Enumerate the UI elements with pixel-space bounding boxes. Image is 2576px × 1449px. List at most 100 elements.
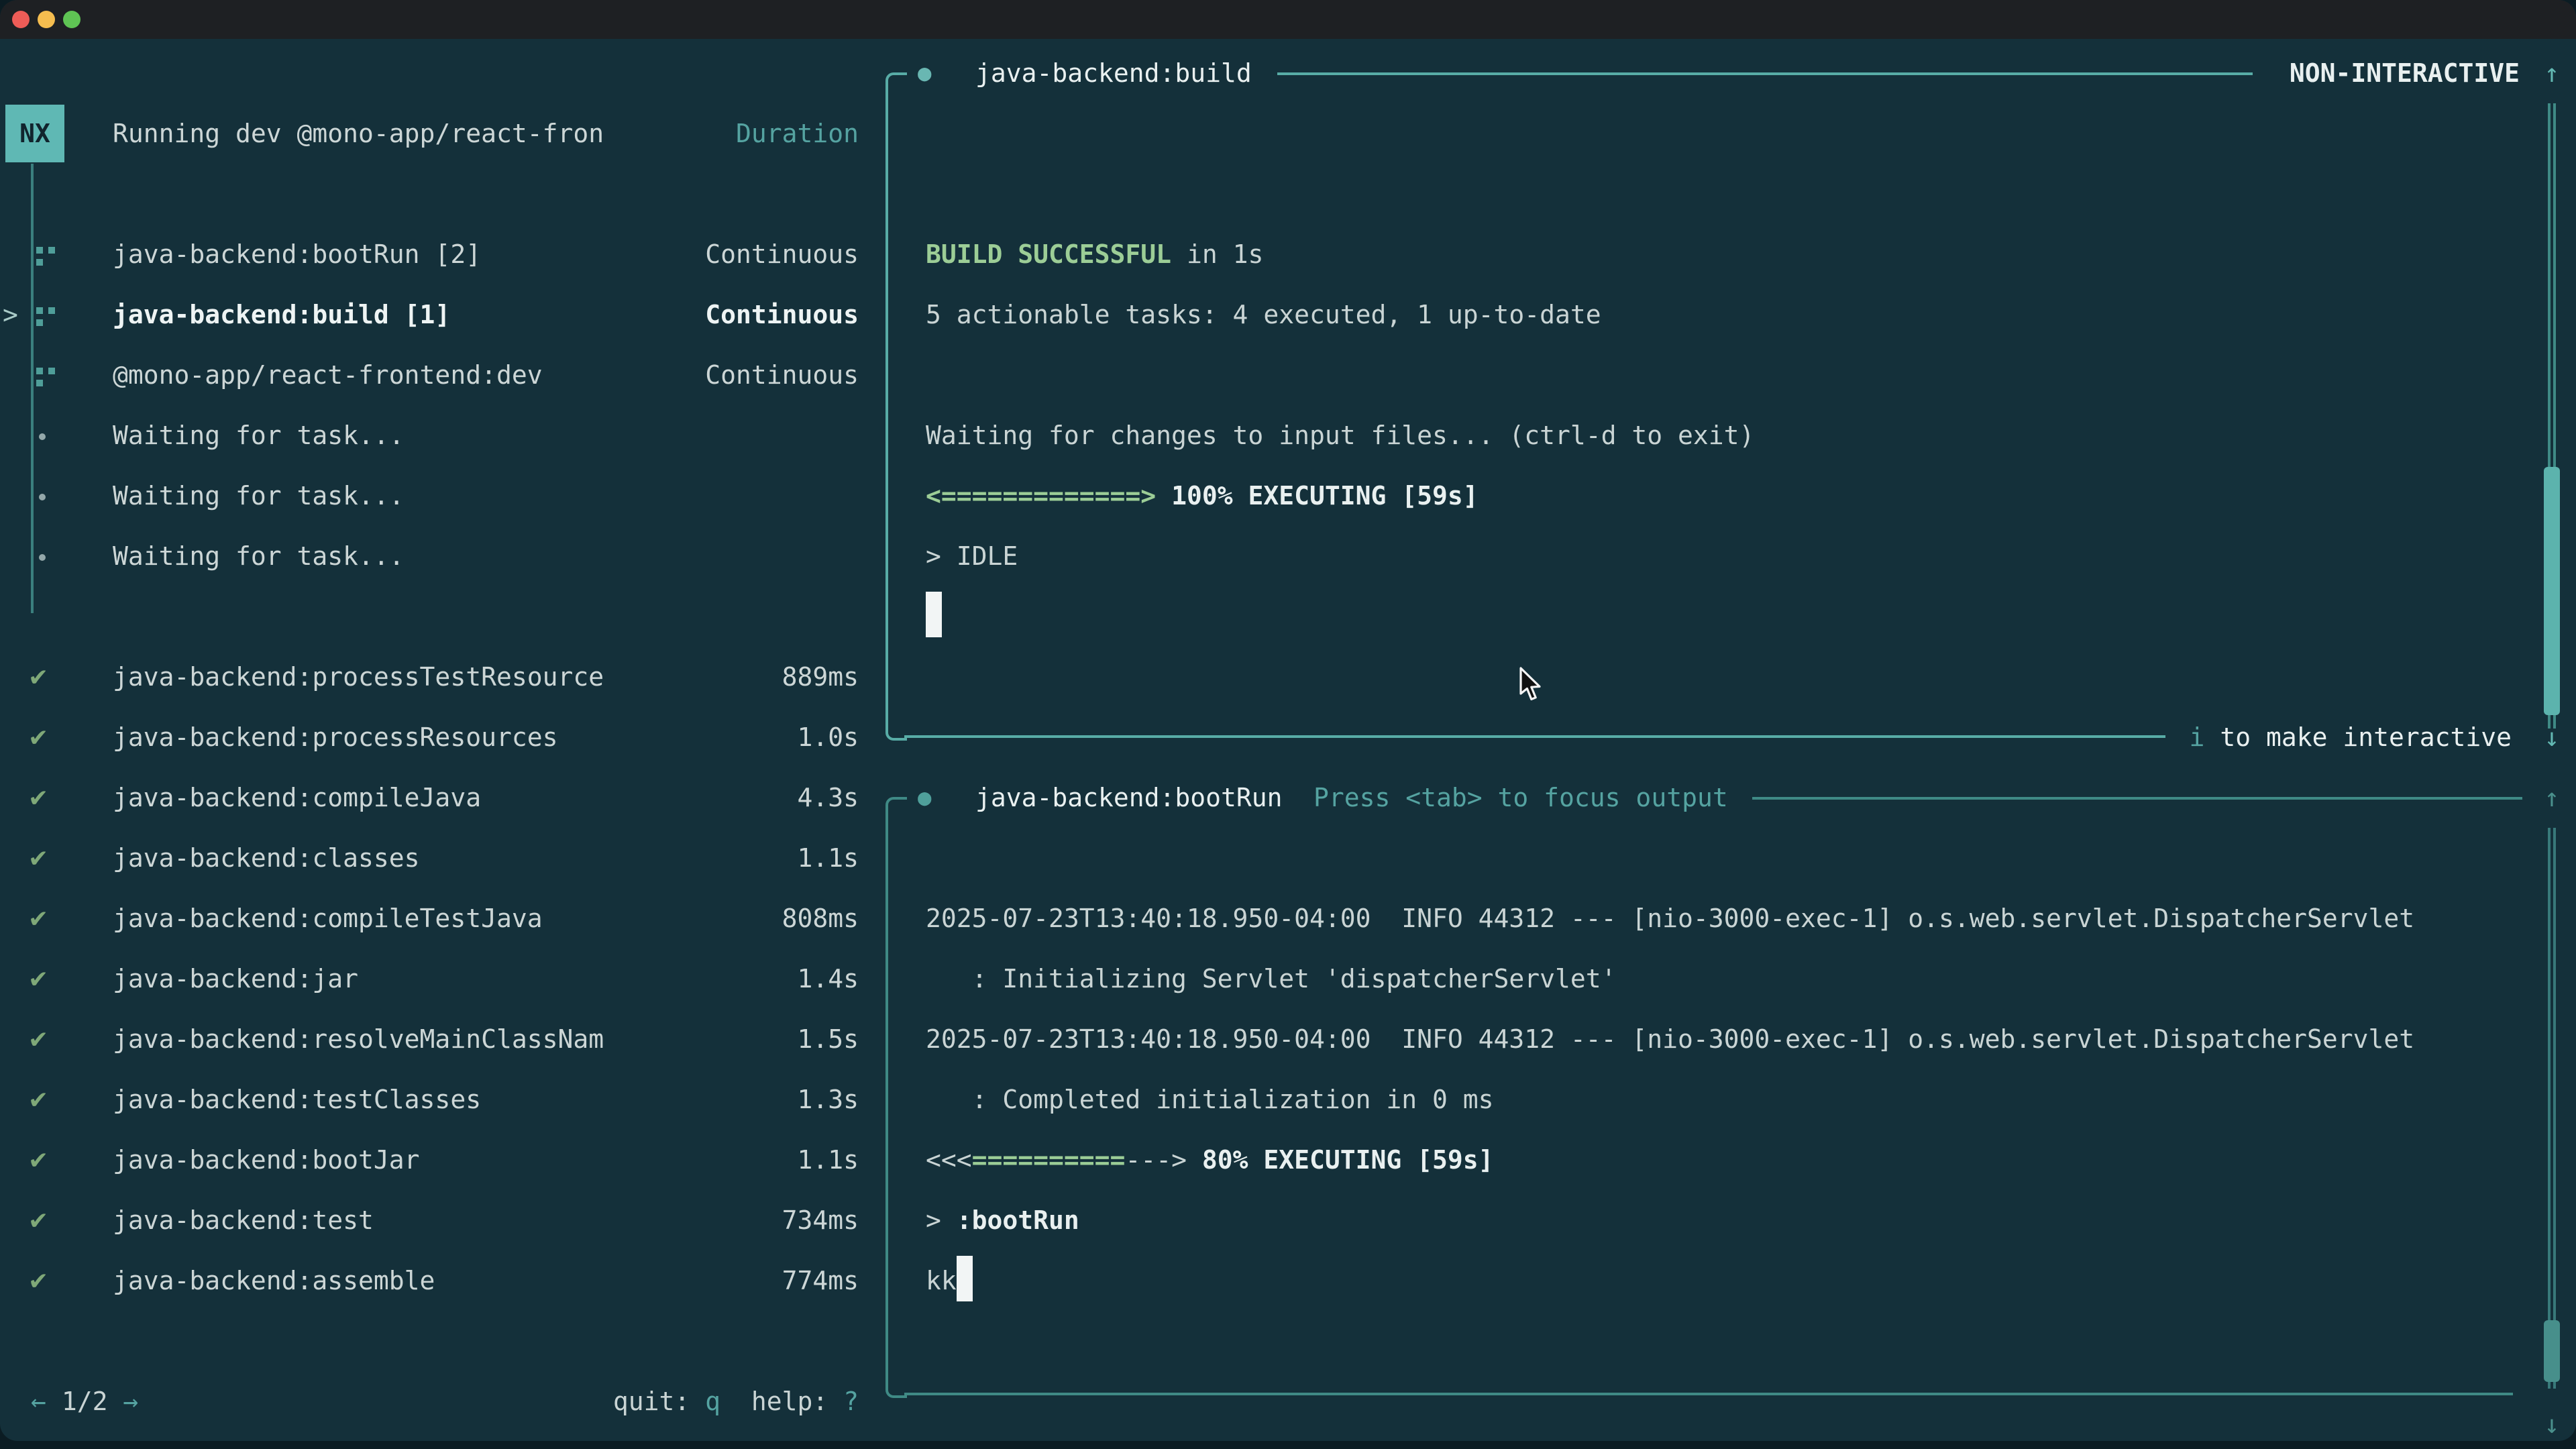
task-row-running[interactable]: java-backend:bootRun [2] Continuous <box>0 225 883 286</box>
nx-logo: NX <box>5 105 64 162</box>
check-icon: ✔ <box>28 708 48 769</box>
check-icon: ✔ <box>28 1071 48 1131</box>
task-row-completed[interactable]: ✔java-backend:test734ms <box>0 1191 883 1252</box>
bootrun-panel-status-dot-icon: ● <box>918 769 932 829</box>
check-icon: ✔ <box>28 890 48 950</box>
text-segment: in 1s <box>1171 240 1263 270</box>
bootrun-panel-corner <box>885 797 907 821</box>
task-row-completed[interactable]: ✔java-backend:processTestResource889ms <box>0 648 883 708</box>
pending-dot-icon <box>39 554 46 561</box>
spinner-icon <box>36 307 43 314</box>
task-duration: 889ms <box>782 648 859 708</box>
terminal-line: BUILD SUCCESSFUL in 1s <box>926 225 1754 286</box>
task-status: Continuous <box>705 286 859 346</box>
task-name: java-backend:testClasses <box>113 1071 481 1131</box>
non-interactive-badge: NON-INTERACTIVE <box>2290 44 2520 105</box>
window-titlebar <box>0 0 2576 39</box>
terminal-line: kk <box>926 1252 2414 1312</box>
terminal-line: <<<==========---> 80% EXECUTING [59s] <box>926 1131 2414 1191</box>
terminal-line: 2025-07-23T13:40:18.950-04:00 INFO 44312… <box>926 1010 2414 1071</box>
page-prev-icon[interactable]: ← <box>31 1387 46 1417</box>
text-segment: 2025-07-23T13:40:18.950-04:00 INFO 44312… <box>926 904 2414 934</box>
text-segment: : Initializing Servlet 'dispatcherServle… <box>926 965 1617 994</box>
task-row-completed[interactable]: ✔ java-backend:jar 1.4s <box>0 950 883 1010</box>
task-row-completed[interactable]: ✔java-backend:processResources1.0s <box>0 708 883 769</box>
text-segment: 2025-07-23T13:40:18.950-04:00 INFO 44312… <box>926 1025 2414 1055</box>
text-segment <box>1187 1146 1202 1175</box>
pending-dot-icon <box>39 494 46 500</box>
terminal-line: 2025-07-23T13:40:18.950-04:00 INFO 44312… <box>926 890 2414 950</box>
task-name: java-backend:test <box>113 1191 374 1252</box>
task-status: Continuous <box>705 225 859 286</box>
build-panel-status-dot-icon: ● <box>918 44 932 105</box>
screen: NX Running dev @mono-app/react-fron Dura… <box>0 0 2576 1449</box>
task-row-running[interactable]: Waiting for task... <box>0 527 883 588</box>
task-row-running[interactable]: Waiting for task... <box>0 407 883 467</box>
bootrun-scrollbar-track[interactable] <box>2548 828 2556 1389</box>
task-status: Continuous <box>705 346 859 407</box>
text-segment: 100% EXECUTING [59s] <box>1171 482 1479 511</box>
task-row-running[interactable]: Waiting for task... <box>0 467 883 527</box>
terminal-line: Waiting for changes to input files... (c… <box>926 407 1754 467</box>
task-row-completed[interactable]: ✔java-backend:resolveMainClassNam1.5s <box>0 1010 883 1071</box>
help-label: help: <box>720 1387 843 1417</box>
task-name: java-backend:compileTestJava <box>113 890 543 950</box>
build-panel-top-border <box>1277 72 2253 75</box>
task-row-running[interactable]: @mono-app/react-frontend:devContinuous <box>0 346 883 407</box>
minimize-button-icon[interactable] <box>38 11 55 28</box>
task-row-completed[interactable]: ✔java-backend:classes1.1s <box>0 829 883 890</box>
task-duration: 1.3s <box>797 1071 859 1131</box>
scroll-up-icon[interactable]: ↑ <box>2533 44 2571 105</box>
terminal-line: <=============> 100% EXECUTING [59s] <box>926 467 1754 527</box>
task-duration: 1.1s <box>797 829 859 890</box>
terminal-area: NX Running dev @mono-app/react-fron Dura… <box>0 39 2576 1441</box>
build-scrollbar-thumb[interactable] <box>2544 467 2560 715</box>
terminal-window: NX Running dev @mono-app/react-fron Dura… <box>0 0 2576 1441</box>
text-segment: BUILD SUCCESSFUL <box>926 240 1171 270</box>
spinner-icon <box>36 368 43 374</box>
check-icon: ✔ <box>28 1252 48 1312</box>
scroll-up-icon[interactable]: ↑ <box>2533 769 2571 829</box>
text-segment: : Completed initialization in 0 ms <box>926 1085 1494 1115</box>
close-button-icon[interactable] <box>12 11 30 28</box>
text-segment: 5 actionable tasks: 4 executed, 1 up-to-… <box>926 301 1601 330</box>
interactive-hint: i to make interactive <box>2190 708 2512 769</box>
check-icon: ✔ <box>28 648 48 708</box>
page-next-icon[interactable]: → <box>123 1387 138 1417</box>
block-cursor <box>926 592 942 637</box>
task-name: java-backend:jar <box>113 950 358 1010</box>
task-row-running[interactable]: >java-backend:build [1]Continuous <box>0 286 883 346</box>
build-panel-bottom-border <box>904 735 2165 738</box>
check-icon: ✔ <box>28 950 48 1010</box>
running-task-list: java-backend:bootRun [2]Continuous>java-… <box>0 225 883 588</box>
bootrun-panel-bottom-border <box>904 1393 2513 1395</box>
terminal-line: > :bootRun <box>926 1191 2414 1252</box>
bootrun-scrollbar-thumb[interactable] <box>2544 1320 2560 1382</box>
task-row-completed[interactable]: ✔ java-backend:testClasses 1.3s <box>0 1071 883 1131</box>
text-segment: <=============> <box>926 482 1156 511</box>
mouse-cursor-icon <box>1519 667 1543 710</box>
pending-dot-icon <box>39 433 46 440</box>
task-row-completed[interactable]: ✔java-backend:bootJar1.1s <box>0 1131 883 1191</box>
task-duration: 1.5s <box>797 1010 859 1071</box>
interactive-hint-text: to make interactive <box>2204 723 2512 753</box>
text-segment: 80% EXECUTING [59s] <box>1202 1146 1494 1175</box>
task-row-completed[interactable]: ✔java-backend:compileTestJava808ms <box>0 890 883 950</box>
task-name: java-backend:compileJava <box>113 769 481 829</box>
text-segment: > <box>926 1206 957 1236</box>
terminal-line: : Completed initialization in 0 ms <box>926 1071 2414 1131</box>
task-name: java-backend:bootRun [2] <box>113 225 481 286</box>
task-duration: 1.4s <box>797 950 859 1010</box>
selected-task-caret-icon: > <box>3 286 18 346</box>
task-row-completed[interactable]: ✔java-backend:assemble774ms <box>0 1252 883 1312</box>
interactive-hint-key: i <box>2190 723 2205 753</box>
task-duration: 1.0s <box>797 708 859 769</box>
zoom-button-icon[interactable] <box>63 11 80 28</box>
build-panel-left-border <box>885 94 888 719</box>
page-number: 1/2 <box>62 1387 108 1417</box>
quit-key: q <box>705 1387 720 1417</box>
task-row-completed[interactable]: ✔java-backend:compileJava4.3s <box>0 769 883 829</box>
terminal-line: : Initializing Servlet 'dispatcherServle… <box>926 950 2414 1010</box>
bootrun-panel-title: java-backend:bootRun <box>975 769 1283 829</box>
scroll-down-icon[interactable]: ↓ <box>2533 1395 2571 1441</box>
